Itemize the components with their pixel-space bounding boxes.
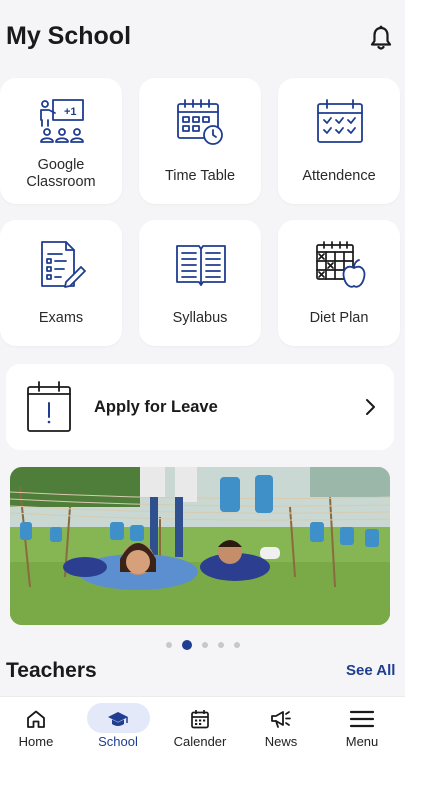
nav-label: Home <box>18 734 54 749</box>
banner-image <box>10 467 390 625</box>
carousel-dot[interactable] <box>217 641 224 648</box>
header: My School <box>0 0 405 72</box>
bottom-nav: Home School Calender News Menu <box>0 696 405 762</box>
tile-exams[interactable]: Exams <box>0 220 122 346</box>
tile-label: Google Classroom <box>4 157 118 191</box>
nav-label: School <box>98 734 138 749</box>
tile-label: Attendence <box>302 168 376 184</box>
tile-syllabus[interactable]: Syllabus <box>139 220 261 346</box>
tile-diet-plan[interactable]: Diet Plan <box>278 220 400 346</box>
calendar-check-icon <box>317 99 363 143</box>
calendar-icon <box>191 710 209 729</box>
nav-calender[interactable]: Calender <box>160 697 240 762</box>
carousel-dot[interactable] <box>201 641 208 648</box>
apply-leave-label: Apply for Leave <box>94 398 218 416</box>
carousel-dot-active[interactable] <box>181 639 192 650</box>
bell-icon[interactable] <box>368 24 394 52</box>
open-book-icon <box>176 245 226 286</box>
tile-label: Time Table <box>164 168 236 184</box>
megaphone-icon <box>271 711 291 728</box>
nav-home[interactable]: Home <box>0 697 76 762</box>
carousel-dot[interactable] <box>233 641 240 648</box>
hamburger-menu-icon <box>349 710 375 728</box>
graduation-cap-icon <box>108 712 128 726</box>
nav-label: News <box>264 734 298 749</box>
home-icon <box>27 710 45 728</box>
chevron-right-icon <box>366 399 375 415</box>
carousel-indicator <box>0 636 405 650</box>
nav-menu[interactable]: Menu <box>322 697 402 762</box>
calendar-apple-icon <box>316 241 366 288</box>
exam-sheet-icon <box>41 241 86 288</box>
app-screen: My School +1 Google Classroom Time Table… <box>0 0 405 762</box>
tile-label-line1: Google <box>37 157 85 173</box>
nav-news[interactable]: News <box>241 697 321 762</box>
tile-google-classroom[interactable]: +1 Google Classroom <box>0 78 122 204</box>
calendar-clock-icon <box>177 99 223 145</box>
nav-school[interactable]: School <box>78 697 158 762</box>
tile-label-line2: Classroom <box>26 174 96 190</box>
nav-label: Calender <box>173 734 227 749</box>
tile-label: Syllabus <box>172 310 228 326</box>
tile-label: Exams <box>38 310 84 326</box>
page-title: My School <box>6 22 132 50</box>
leave-calendar-icon <box>27 381 71 432</box>
apply-leave-card[interactable]: Apply for Leave <box>6 364 394 450</box>
tile-time-table[interactable]: Time Table <box>139 78 261 204</box>
tile-label: Diet Plan <box>309 310 369 326</box>
tile-attendance[interactable]: Attendence <box>278 78 400 204</box>
classroom-icon: +1 <box>40 99 84 143</box>
carousel-dot[interactable] <box>165 641 172 648</box>
teachers-heading: Teachers <box>6 659 97 682</box>
nav-label: Menu <box>345 734 379 749</box>
svg-text:+1: +1 <box>64 106 77 118</box>
banner-photo[interactable] <box>10 467 390 625</box>
see-all-link[interactable]: See All <box>346 662 395 679</box>
